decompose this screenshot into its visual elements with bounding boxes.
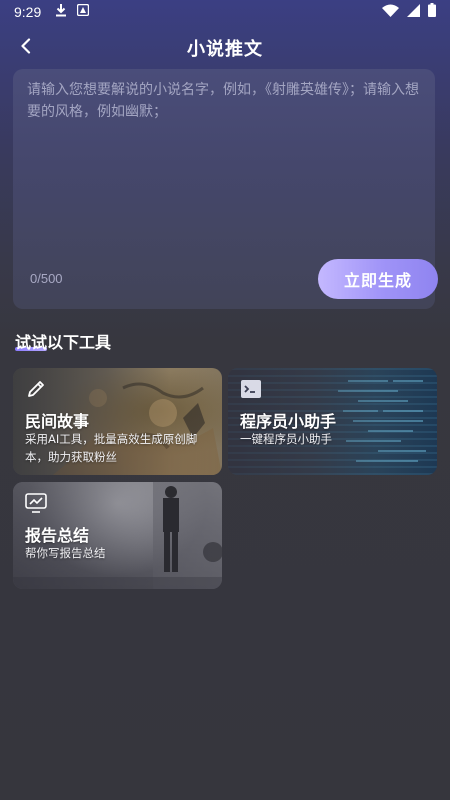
tool-card-desc: 采用AI工具，批量高效生成原创脚本，助力获取粉丝 <box>25 432 198 464</box>
chevron-left-icon <box>19 38 33 58</box>
generate-button[interactable]: 立即生成 <box>318 259 438 299</box>
status-time: 9:29 <box>14 4 42 20</box>
tool-card-desc: 帮你写报告总结 <box>25 546 106 560</box>
novel-input-card: 0/500 立即生成 <box>13 69 438 309</box>
signal-icon <box>407 3 420 21</box>
char-count: 0/500 <box>30 271 63 286</box>
app-header: 小说推文 <box>0 28 450 68</box>
tool-card-title: 民间故事 <box>25 412 90 431</box>
chart-monitor-icon <box>25 492 47 514</box>
tool-card-report-summary[interactable]: 报告总结 帮你写报告总结 <box>13 482 222 589</box>
tool-card-title: 程序员小助手 <box>240 412 337 431</box>
pencil-icon <box>25 378 47 400</box>
novel-input-field[interactable] <box>27 79 423 259</box>
app-notification-icon <box>77 3 90 20</box>
tool-card-coder-assistant[interactable]: 程序员小助手 一键程序员小助手 <box>228 368 437 475</box>
download-icon <box>55 3 67 21</box>
wifi-icon <box>382 4 399 21</box>
tool-card-folk-story[interactable]: 民间故事 采用AI工具，批量高效生成原创脚本，助力获取粉丝 <box>13 368 222 475</box>
status-bar: 9:29 <box>0 0 450 24</box>
battery-icon <box>428 3 436 21</box>
back-button[interactable] <box>12 34 40 62</box>
terminal-icon <box>240 378 262 400</box>
tools-section-title: 试试以下工具 <box>15 333 112 352</box>
page-title: 小说推文 <box>187 39 263 60</box>
tool-card-desc: 一键程序员小助手 <box>240 432 332 446</box>
tool-card-title: 报告总结 <box>25 526 90 545</box>
